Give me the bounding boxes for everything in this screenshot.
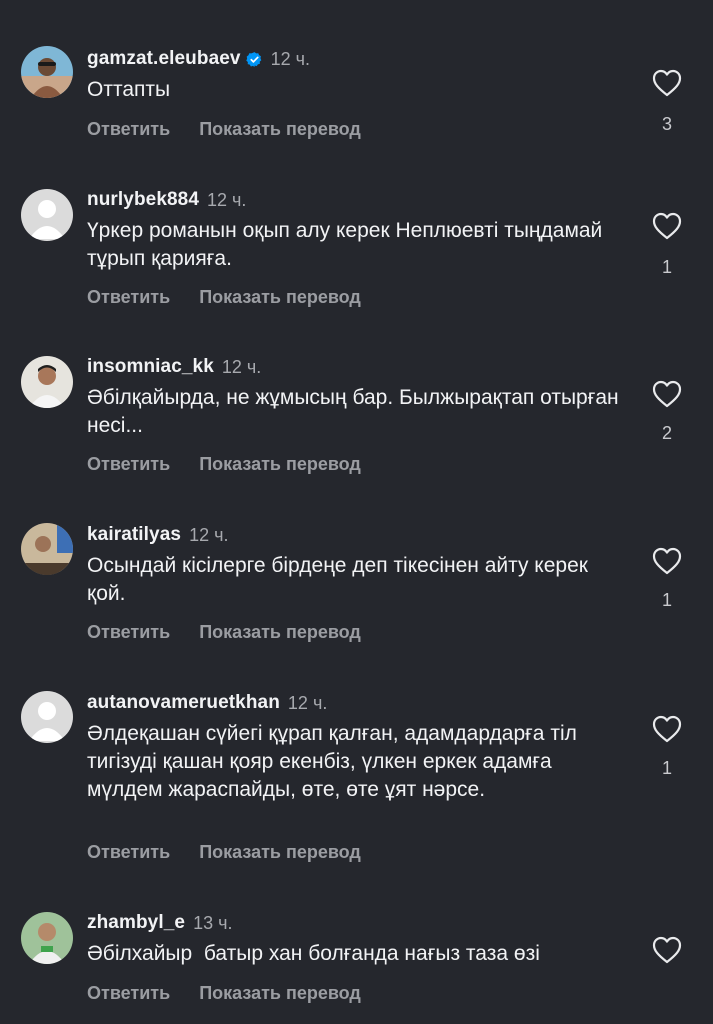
comment-text: Оттапты <box>87 78 171 101</box>
verified-badge-icon <box>245 51 263 68</box>
comment-actions: Ответить Показать перевод <box>87 284 361 310</box>
reply-button[interactable]: Ответить <box>87 842 170 863</box>
avatar[interactable] <box>21 189 73 241</box>
comment-text: Үркер романын оқып алу керек Неплюевті т… <box>87 219 603 270</box>
heart-outline-icon[interactable] <box>652 715 682 743</box>
reply-button[interactable]: Ответить <box>87 287 170 308</box>
comment-text: Осындай кісілерге бірдеңе деп тікесінен … <box>87 554 588 605</box>
show-translation-button[interactable]: Показать перевод <box>199 287 361 308</box>
comment-time: 13 ч. <box>193 912 233 933</box>
comment-header: insomniac_kk 12 ч. <box>87 353 261 381</box>
comment-actions: Ответить Показать перевод <box>87 839 361 865</box>
comment-header: nurlybek884 12 ч. <box>87 186 246 214</box>
comment-text: Әлдеқашан сүйегі құрап қалған, адамдарда… <box>87 722 577 801</box>
like-count: 1 <box>661 590 672 610</box>
like-count: 1 <box>661 257 672 277</box>
comment-header: gamzat.eleubaev 12 ч. <box>87 45 310 73</box>
heart-outline-icon[interactable] <box>652 380 682 408</box>
show-translation-button[interactable]: Показать перевод <box>199 119 361 140</box>
username[interactable]: autanovameruetkhan <box>87 692 280 714</box>
like-count: 1 <box>661 758 672 778</box>
avatar[interactable] <box>21 523 73 575</box>
username[interactable]: insomniac_kk <box>87 356 214 378</box>
username[interactable]: gamzat.eleubaev <box>87 48 241 70</box>
show-translation-button[interactable]: Показать перевод <box>199 622 361 643</box>
like-count: 2 <box>661 423 672 443</box>
avatar[interactable] <box>21 356 73 408</box>
comment-actions: Ответить Показать перевод <box>87 116 361 142</box>
comment-time: 12 ч. <box>207 189 247 210</box>
comment-text: Әбілхайыр батыр хан болғанда нағыз таза … <box>87 942 540 965</box>
username[interactable]: nurlybek884 <box>87 189 199 211</box>
heart-outline-icon[interactable] <box>652 936 682 964</box>
comment-actions: Ответить Показать перевод <box>87 451 361 477</box>
show-translation-button[interactable]: Показать перевод <box>199 454 361 475</box>
heart-outline-icon[interactable] <box>652 69 682 97</box>
comment-text: Әбілқайырда, не жұмысың бар. Былжырақтап… <box>87 386 619 437</box>
heart-outline-icon[interactable] <box>652 547 682 575</box>
comment-header: zhambyl_e 13 ч. <box>87 909 232 937</box>
username[interactable]: kairatilyas <box>87 524 181 546</box>
comment-time: 12 ч. <box>270 48 310 69</box>
heart-outline-icon[interactable] <box>652 212 682 240</box>
comment-header: kairatilyas 12 ч. <box>87 521 228 549</box>
show-translation-button[interactable]: Показать перевод <box>199 983 361 1004</box>
show-translation-button[interactable]: Показать перевод <box>199 842 361 863</box>
comment-time: 12 ч. <box>221 356 262 377</box>
reply-button[interactable]: Ответить <box>87 983 170 1004</box>
avatar[interactable] <box>21 912 73 964</box>
comment-header: autanovameruetkhan 12 ч. <box>87 689 327 717</box>
comment-time: 12 ч. <box>189 524 229 545</box>
comment-time: 12 ч. <box>287 692 328 713</box>
avatar[interactable] <box>21 46 73 98</box>
reply-button[interactable]: Ответить <box>87 119 170 140</box>
comment-actions: Ответить Показать перевод <box>87 619 361 645</box>
reply-button[interactable]: Ответить <box>87 454 170 475</box>
avatar[interactable] <box>21 691 73 743</box>
like-count: 3 <box>661 114 672 134</box>
comment-actions: Ответить Показать перевод <box>87 980 361 1006</box>
reply-button[interactable]: Ответить <box>87 622 170 643</box>
username[interactable]: zhambyl_e <box>87 912 185 934</box>
